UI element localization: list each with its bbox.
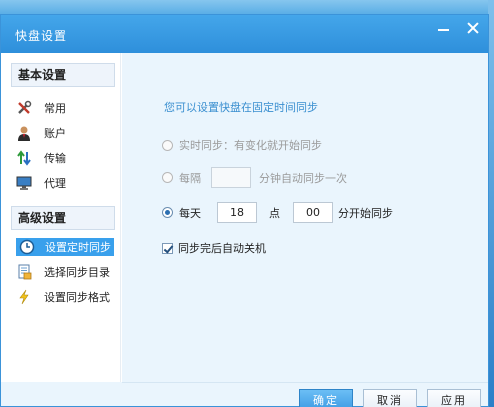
panel-heading: 您可以设置快盘在固定时间同步 (164, 101, 318, 114)
minimize-button[interactable] (428, 15, 458, 41)
user-icon (18, 126, 30, 141)
sidebar-item-account[interactable]: 账户 (16, 124, 114, 142)
sidebar-item-transfer[interactable]: 传输 (16, 149, 114, 167)
auto-shutdown-checkbox[interactable] (162, 242, 173, 254)
ok-button[interactable]: 确定 (299, 389, 353, 407)
cancel-button[interactable]: 取消 (363, 389, 417, 407)
basic-settings-header: 基本设置 (11, 63, 115, 87)
sidebar-item-label: 选择同步目录 (44, 266, 110, 279)
footer-divider (122, 382, 488, 383)
interval-sync-option[interactable]: 每隔 分钟自动同步一次 (162, 167, 347, 188)
sidebar-item-label: 常用 (44, 102, 66, 115)
transfer-arrows-icon (17, 150, 31, 166)
sidebar-item-label: 传输 (44, 152, 66, 165)
auto-shutdown-option[interactable]: 同步完后自动关机 (162, 240, 266, 256)
interval-prefix-label: 每隔 (179, 171, 201, 185)
sidebar-item-label: 设置定时同步 (45, 241, 111, 254)
daily-minute-input[interactable]: 00 (293, 202, 333, 223)
folder-doc-icon (18, 264, 32, 280)
tools-icon (18, 100, 32, 114)
realtime-sync-radio[interactable] (162, 139, 173, 151)
sidebar-item-label: 代理 (44, 177, 66, 190)
daily-sync-radio[interactable] (162, 207, 173, 218)
title-bar[interactable]: 快盘设置 (1, 15, 488, 53)
interval-sync-radio[interactable] (162, 172, 173, 183)
window-controls (428, 15, 488, 41)
interval-minutes-input[interactable] (211, 167, 251, 188)
interval-suffix-label: 分钟自动同步一次 (259, 171, 347, 185)
sidebar-item-sync-folder[interactable]: 选择同步目录 (16, 263, 114, 281)
settings-window: 快盘设置 基本设置 常用 账户 传输 代理 高级设置 设置定时同步 选择同步目录… (0, 14, 489, 407)
close-icon (467, 22, 479, 34)
advanced-settings-header: 高级设置 (11, 206, 115, 230)
monitor-icon (16, 176, 32, 190)
sidebar-item-label: 账户 (44, 127, 66, 140)
daily-sync-option[interactable]: 每天 18 点 00 分开始同步 (162, 202, 393, 223)
sidebar-item-scheduled-sync[interactable]: 设置定时同步 (16, 238, 114, 256)
auto-shutdown-label: 同步完后自动关机 (178, 242, 266, 255)
sidebar-item-general[interactable]: 常用 (16, 99, 114, 117)
clock-icon (19, 239, 35, 255)
daily-suffix-label: 分开始同步 (338, 206, 393, 220)
daily-hour-label: 点 (269, 206, 280, 220)
daily-hour-input[interactable]: 18 (217, 202, 257, 223)
desktop-background-top (0, 0, 494, 14)
sidebar-item-sync-format[interactable]: 设置同步格式 (16, 288, 114, 306)
sidebar-item-proxy[interactable]: 代理 (16, 174, 114, 192)
sidebar-item-label: 设置同步格式 (44, 291, 110, 304)
close-button[interactable] (458, 15, 488, 41)
realtime-sync-option[interactable]: 实时同步：有变化就开始同步 (162, 137, 322, 153)
scheduled-sync-panel: 您可以设置快盘在固定时间同步 实时同步：有变化就开始同步 每隔 分钟自动同步一次… (122, 53, 488, 382)
lightning-icon (19, 289, 29, 305)
dialog-footer: 确定 取消 应用 (1, 382, 488, 407)
window-title: 快盘设置 (15, 29, 68, 43)
minimize-icon (437, 29, 449, 31)
apply-button[interactable]: 应用 (427, 389, 481, 407)
settings-sidebar: 基本设置 常用 账户 传输 代理 高级设置 设置定时同步 选择同步目录 设置同步… (1, 53, 121, 382)
realtime-sync-label: 实时同步：有变化就开始同步 (179, 139, 322, 152)
daily-prefix-label: 每天 (179, 206, 201, 220)
